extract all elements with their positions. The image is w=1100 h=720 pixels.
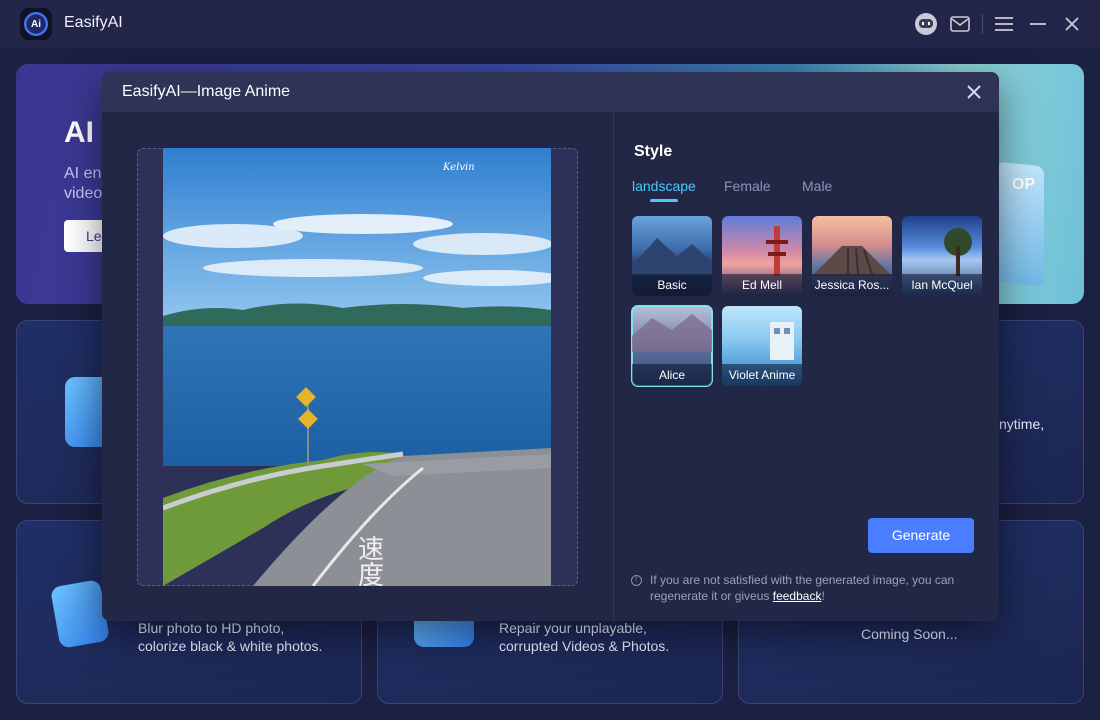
enhance-feature-icon — [49, 579, 111, 649]
feedback-note: If you are not satisfied with the genera… — [650, 572, 990, 604]
style-label-jessica-ros: Jessica Ros... — [812, 274, 892, 296]
style-thumb-violet-anime[interactable]: Violet Anime — [722, 306, 802, 386]
close-icon[interactable] — [1060, 12, 1084, 36]
dialog-close-icon[interactable] — [964, 82, 984, 102]
style-label-alice: Alice — [632, 364, 712, 386]
dialog-title: EasifyAI—Image Anime — [122, 83, 291, 100]
title-bar-divider — [982, 14, 983, 34]
style-thumb-jessica-ros[interactable]: Jessica Ros... — [812, 216, 892, 296]
style-thumb-basic[interactable]: Basic — [632, 216, 712, 296]
style-thumb-alice[interactable]: Alice — [631, 305, 713, 387]
title-bar: Ai EasifyAI — [0, 0, 1100, 48]
mail-icon[interactable] — [948, 12, 972, 36]
minimize-icon[interactable] — [1026, 12, 1050, 36]
image-drop-zone[interactable]: 速 度 Kelvin — [137, 148, 578, 586]
image-anime-dialog: EasifyAI—Image Anime 速 度 Kelvin Style la… — [102, 72, 999, 621]
style-label-ed-mell: Ed Mell — [722, 274, 802, 296]
feature-card-right-text: nytime, — [999, 416, 1045, 432]
style-thumb-ed-mell[interactable]: Ed Mell — [722, 216, 802, 296]
style-thumb-ian-mcquel[interactable]: Ian McQuel — [902, 216, 982, 296]
svg-text:Kelvin: Kelvin — [442, 162, 475, 173]
uploaded-photo: 速 度 Kelvin — [163, 148, 551, 586]
hero-title: AI — [64, 116, 94, 149]
panel-divider — [613, 112, 614, 621]
hero-art-label: OP — [1012, 176, 1036, 193]
tab-female[interactable]: Female — [724, 178, 771, 194]
hero-description: AI en video — [64, 165, 103, 202]
app-name: EasifyAI — [64, 14, 123, 31]
style-label-ian-mcquel: Ian McQuel — [902, 274, 982, 296]
feedback-note-end: ! — [821, 589, 825, 603]
app-logo-text: Ai — [31, 18, 41, 30]
app-logo: Ai — [20, 8, 52, 40]
feature-card-enhance-text: Blur photo to HD photo, colorize black &… — [138, 620, 323, 654]
active-tab-indicator — [650, 199, 678, 202]
style-heading: Style — [634, 143, 673, 160]
coming-soon-text: Coming Soon... — [861, 626, 958, 642]
feature-card-repair-text: Repair your unplayable, corrupted Videos… — [499, 620, 670, 654]
generate-button[interactable]: Generate — [868, 518, 974, 553]
robot-icon[interactable] — [914, 12, 938, 36]
dialog-header: EasifyAI—Image Anime — [102, 72, 999, 112]
tab-landscape[interactable]: landscape — [632, 178, 696, 194]
svg-text:度: 度 — [358, 561, 384, 586]
tab-male[interactable]: Male — [802, 178, 832, 194]
style-label-violet-anime: Violet Anime — [722, 364, 802, 386]
info-icon — [631, 575, 642, 586]
style-label-basic: Basic — [632, 274, 712, 296]
menu-icon[interactable] — [992, 12, 1016, 36]
feedback-link[interactable]: feedback — [773, 589, 822, 603]
